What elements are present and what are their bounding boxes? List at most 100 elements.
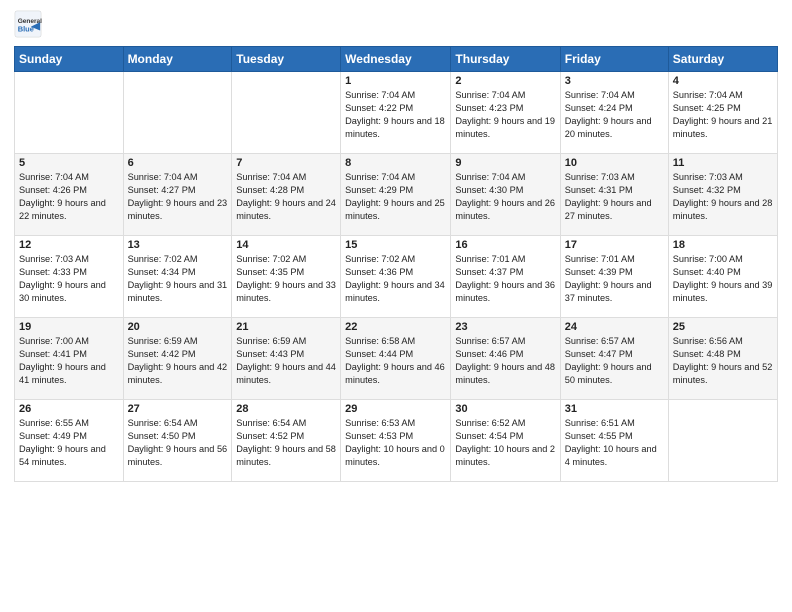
calendar-cell: 20 Sunrise: 6:59 AMSunset: 4:42 PMDayligh… xyxy=(123,318,232,400)
calendar-cell: 30Sunrise: 6:52 AMSunset: 4:54 PMDayligh… xyxy=(451,400,560,482)
weekday-header-thursday: Thursday xyxy=(451,47,560,72)
day-number: 2 xyxy=(455,75,555,87)
week-row-1: 1 Sunrise: 7:04 AMSunset: 4:22 PMDaylight… xyxy=(15,72,778,154)
calendar-cell: 13Sunrise: 7:02 AMSunset: 4:34 PMDayligh… xyxy=(123,236,232,318)
day-number: 31 xyxy=(565,403,664,415)
cell-info: Sunrise: 6:52 AMSunset: 4:54 PMDaylight:… xyxy=(455,417,555,469)
header: General Blue xyxy=(14,10,778,38)
weekday-header-saturday: Saturday xyxy=(668,47,777,72)
day-number: 5 xyxy=(19,157,119,169)
day-number: 27 xyxy=(128,403,228,415)
weekday-header-tuesday: Tuesday xyxy=(232,47,341,72)
cell-info: Sunrise: 7:00 AMSunset: 4:40 PMDaylight:… xyxy=(673,253,773,305)
cell-info: Sunrise: 6:59 AMSunset: 4:42 PMDaylight:… xyxy=(128,335,228,387)
cell-info: Sunrise: 7:02 AMSunset: 4:35 PMDaylight:… xyxy=(236,253,336,305)
day-number: 19 xyxy=(19,321,119,333)
svg-text:Blue: Blue xyxy=(18,24,34,33)
day-number: 28 xyxy=(236,403,336,415)
cell-info: Sunrise: 7:00 AMSunset: 4:41 PMDaylight:… xyxy=(19,335,119,387)
calendar-cell: 7 Sunrise: 7:04 AMSunset: 4:28 PMDaylight… xyxy=(232,154,341,236)
week-row-4: 19 Sunrise: 7:00 AMSunset: 4:41 PMDayligh… xyxy=(15,318,778,400)
day-number: 7 xyxy=(236,157,336,169)
day-number: 21 xyxy=(236,321,336,333)
cell-info: Sunrise: 6:56 AMSunset: 4:48 PMDaylight:… xyxy=(673,335,773,387)
calendar-cell: 9 Sunrise: 7:04 AMSunset: 4:30 PMDaylight… xyxy=(451,154,560,236)
day-number: 22 xyxy=(345,321,446,333)
day-number: 11 xyxy=(673,157,773,169)
week-row-2: 5 Sunrise: 7:04 AMSunset: 4:26 PMDaylight… xyxy=(15,154,778,236)
calendar-cell: 5 Sunrise: 7:04 AMSunset: 4:26 PMDaylight… xyxy=(15,154,124,236)
day-number: 20 xyxy=(128,321,228,333)
cell-info: Sunrise: 6:54 AMSunset: 4:52 PMDaylight:… xyxy=(236,417,336,469)
calendar-cell: 23Sunrise: 6:57 AMSunset: 4:46 PMDayligh… xyxy=(451,318,560,400)
cell-info: Sunrise: 6:58 AMSunset: 4:44 PMDaylight:… xyxy=(345,335,446,387)
calendar-cell: 6Sunrise: 7:04 AMSunset: 4:27 PMDaylight… xyxy=(123,154,232,236)
day-number: 3 xyxy=(565,75,664,87)
cell-info: Sunrise: 6:57 AMSunset: 4:46 PMDaylight:… xyxy=(455,335,555,387)
day-number: 12 xyxy=(19,239,119,251)
calendar-cell xyxy=(15,72,124,154)
cell-info: Sunrise: 6:57 AMSunset: 4:47 PMDaylight:… xyxy=(565,335,664,387)
cell-info: Sunrise: 7:04 AMSunset: 4:22 PMDaylight:… xyxy=(345,89,446,141)
day-number: 29 xyxy=(345,403,446,415)
calendar-cell: 31Sunrise: 6:51 AMSunset: 4:55 PMDayligh… xyxy=(560,400,668,482)
calendar-cell: 11 Sunrise: 7:03 AMSunset: 4:32 PMDayligh… xyxy=(668,154,777,236)
day-number: 25 xyxy=(673,321,773,333)
calendar-page: General Blue SundayMondayTuesdayWednesda… xyxy=(0,0,792,612)
cell-info: Sunrise: 7:04 AMSunset: 4:26 PMDaylight:… xyxy=(19,171,119,223)
calendar-cell: 28 Sunrise: 6:54 AMSunset: 4:52 PMDayligh… xyxy=(232,400,341,482)
day-number: 18 xyxy=(673,239,773,251)
cell-info: Sunrise: 7:01 AMSunset: 4:37 PMDaylight:… xyxy=(455,253,555,305)
cell-info: Sunrise: 7:03 AMSunset: 4:33 PMDaylight:… xyxy=(19,253,119,305)
day-number: 4 xyxy=(673,75,773,87)
calendar-cell: 26 Sunrise: 6:55 AMSunset: 4:49 PMDayligh… xyxy=(15,400,124,482)
calendar-cell: 1 Sunrise: 7:04 AMSunset: 4:22 PMDaylight… xyxy=(341,72,451,154)
weekday-header-wednesday: Wednesday xyxy=(341,47,451,72)
day-number: 8 xyxy=(345,157,446,169)
logo-icon: General Blue xyxy=(14,10,42,38)
calendar-cell: 29 Sunrise: 6:53 AMSunset: 4:53 PMDayligh… xyxy=(341,400,451,482)
day-number: 14 xyxy=(236,239,336,251)
calendar-cell: 14 Sunrise: 7:02 AMSunset: 4:35 PMDayligh… xyxy=(232,236,341,318)
day-number: 1 xyxy=(345,75,446,87)
calendar-cell: 17Sunrise: 7:01 AMSunset: 4:39 PMDayligh… xyxy=(560,236,668,318)
calendar-table: SundayMondayTuesdayWednesdayThursdayFrid… xyxy=(14,46,778,482)
calendar-cell xyxy=(232,72,341,154)
cell-info: Sunrise: 7:04 AMSunset: 4:28 PMDaylight:… xyxy=(236,171,336,223)
calendar-cell: 12 Sunrise: 7:03 AMSunset: 4:33 PMDayligh… xyxy=(15,236,124,318)
cell-info: Sunrise: 6:55 AMSunset: 4:49 PMDaylight:… xyxy=(19,417,119,469)
weekday-header-sunday: Sunday xyxy=(15,47,124,72)
cell-info: Sunrise: 7:02 AMSunset: 4:34 PMDaylight:… xyxy=(128,253,228,305)
cell-info: Sunrise: 6:59 AMSunset: 4:43 PMDaylight:… xyxy=(236,335,336,387)
week-row-5: 26 Sunrise: 6:55 AMSunset: 4:49 PMDayligh… xyxy=(15,400,778,482)
cell-info: Sunrise: 7:04 AMSunset: 4:29 PMDaylight:… xyxy=(345,171,446,223)
day-number: 24 xyxy=(565,321,664,333)
cell-info: Sunrise: 6:53 AMSunset: 4:53 PMDaylight:… xyxy=(345,417,446,469)
day-number: 9 xyxy=(455,157,555,169)
day-number: 17 xyxy=(565,239,664,251)
cell-info: Sunrise: 7:04 AMSunset: 4:24 PMDaylight:… xyxy=(565,89,664,141)
calendar-cell: 25 Sunrise: 6:56 AMSunset: 4:48 PMDayligh… xyxy=(668,318,777,400)
calendar-cell: 15 Sunrise: 7:02 AMSunset: 4:36 PMDayligh… xyxy=(341,236,451,318)
calendar-cell: 8 Sunrise: 7:04 AMSunset: 4:29 PMDaylight… xyxy=(341,154,451,236)
calendar-cell: 4Sunrise: 7:04 AMSunset: 4:25 PMDaylight… xyxy=(668,72,777,154)
calendar-cell: 19 Sunrise: 7:00 AMSunset: 4:41 PMDayligh… xyxy=(15,318,124,400)
cell-info: Sunrise: 7:02 AMSunset: 4:36 PMDaylight:… xyxy=(345,253,446,305)
day-number: 26 xyxy=(19,403,119,415)
calendar-cell: 2 Sunrise: 7:04 AMSunset: 4:23 PMDaylight… xyxy=(451,72,560,154)
day-number: 15 xyxy=(345,239,446,251)
cell-info: Sunrise: 6:54 AMSunset: 4:50 PMDaylight:… xyxy=(128,417,228,469)
calendar-cell: 22 Sunrise: 6:58 AMSunset: 4:44 PMDayligh… xyxy=(341,318,451,400)
cell-info: Sunrise: 7:04 AMSunset: 4:23 PMDaylight:… xyxy=(455,89,555,141)
day-number: 10 xyxy=(565,157,664,169)
logo: General Blue xyxy=(14,10,42,38)
week-row-3: 12 Sunrise: 7:03 AMSunset: 4:33 PMDayligh… xyxy=(15,236,778,318)
day-number: 16 xyxy=(455,239,555,251)
cell-info: Sunrise: 7:03 AMSunset: 4:32 PMDaylight:… xyxy=(673,171,773,223)
cell-info: Sunrise: 7:04 AMSunset: 4:27 PMDaylight:… xyxy=(128,171,228,223)
calendar-cell: 16 Sunrise: 7:01 AMSunset: 4:37 PMDayligh… xyxy=(451,236,560,318)
calendar-cell: 18 Sunrise: 7:00 AMSunset: 4:40 PMDayligh… xyxy=(668,236,777,318)
cell-info: Sunrise: 7:03 AMSunset: 4:31 PMDaylight:… xyxy=(565,171,664,223)
cell-info: Sunrise: 7:04 AMSunset: 4:30 PMDaylight:… xyxy=(455,171,555,223)
weekday-header-monday: Monday xyxy=(123,47,232,72)
